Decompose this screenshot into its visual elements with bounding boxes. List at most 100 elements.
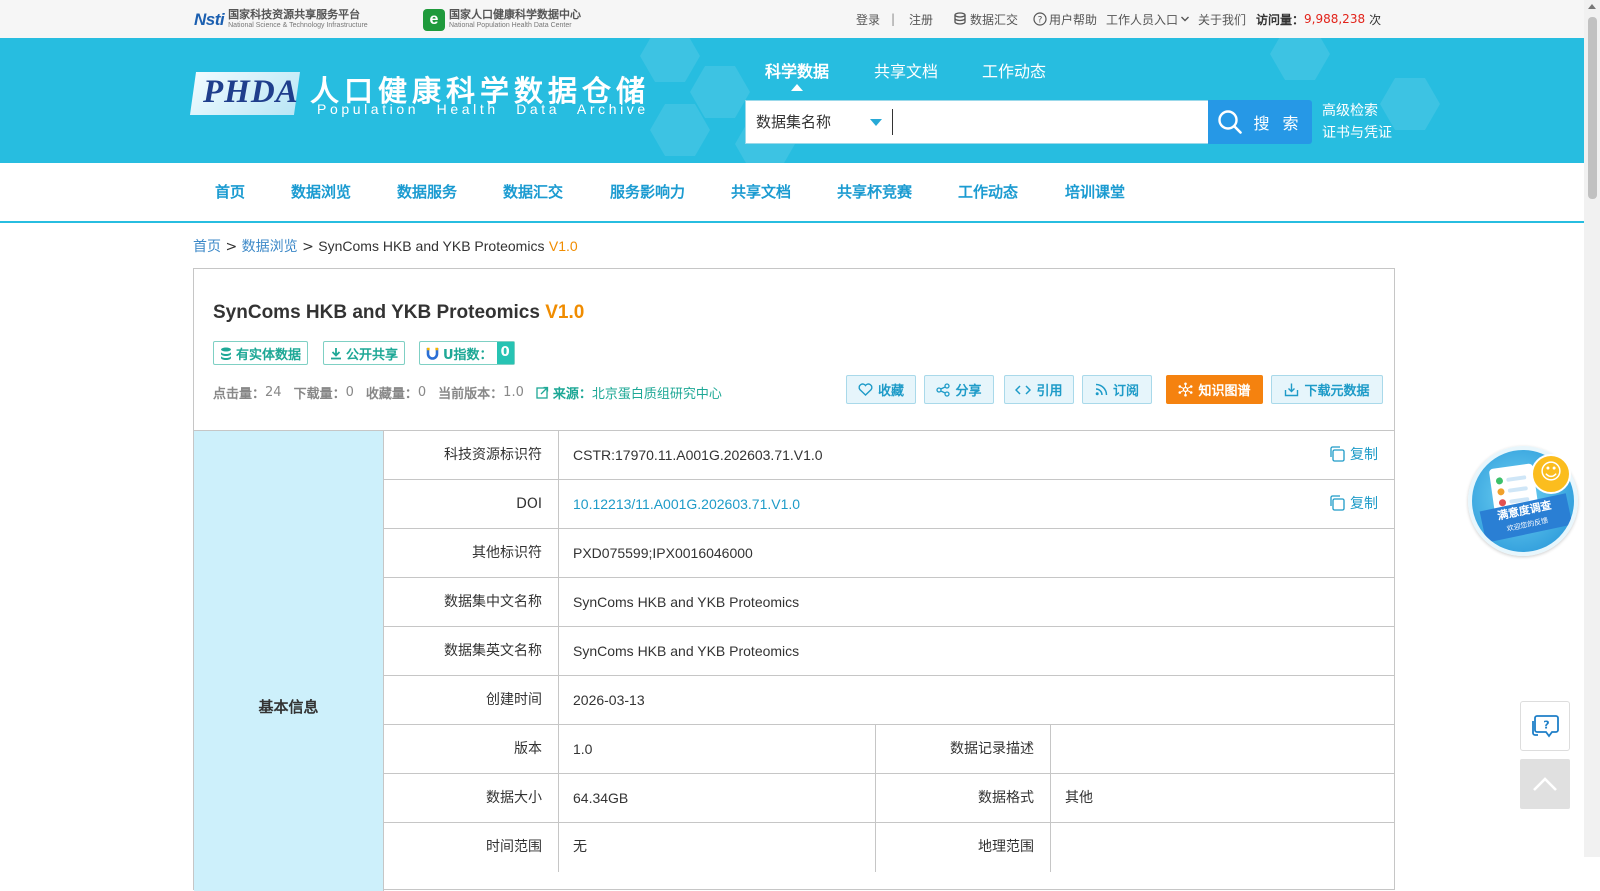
copy-icon <box>1330 446 1345 462</box>
nav-share-cup[interactable]: 共享杯竞赛 <box>837 163 912 221</box>
main-nav: 首页 数据浏览 数据服务 数据汇交 服务影响力 共享文档 共享杯竞赛 工作动态 … <box>0 163 1584 223</box>
dataset-title: SynComs HKB and YKB Proteomics <box>213 302 540 323</box>
cell-divider <box>558 431 559 480</box>
table-row: 其他标识符 PXD075599;IPX0016046000 <box>383 528 1394 578</box>
favorite-label: 收藏 <box>877 384 904 399</box>
created-value: 2026-03-13 <box>573 692 645 708</box>
database-icon <box>954 12 966 25</box>
breadcrumb-separator: > <box>225 239 238 255</box>
table-row: 时间范围 无 地理范围 <box>383 822 1394 872</box>
scroll-up-arrow[interactable] <box>1588 4 1596 9</box>
nav-service-impact[interactable]: 服务影响力 <box>610 163 685 221</box>
register-link[interactable]: 注册 <box>909 11 933 28</box>
download-box-icon <box>1285 383 1299 397</box>
cell-divider <box>1050 725 1051 774</box>
source-label: 来源： <box>552 387 592 402</box>
source-link[interactable]: 北京蛋白质组研究中心 <box>592 383 722 402</box>
advanced-search-link[interactable]: 高级检索 <box>1322 100 1392 122</box>
public-share-label: 公开共享 <box>346 347 399 363</box>
search-button[interactable]: 搜 索 <box>1208 100 1312 144</box>
nav-data-submit[interactable]: 数据汇交 <box>503 163 563 221</box>
search-input[interactable] <box>902 107 1206 139</box>
phdc-logo-en: National Population Health Data Center <box>449 21 572 29</box>
magnet-u-icon <box>426 347 439 360</box>
copy-label: 复制 <box>1350 496 1378 512</box>
staff-entry-dropdown[interactable]: 工作人员入口 <box>1106 0 1190 38</box>
download-metadata-button[interactable]: 下载元数据 <box>1271 375 1383 404</box>
copy-cstr-button[interactable]: 复制 <box>1328 431 1378 480</box>
favorites-label: 收藏量： <box>365 387 418 402</box>
cell-divider <box>558 774 559 823</box>
about-link[interactable]: 关于我们 <box>1198 11 1246 28</box>
downloads-label: 下载量： <box>293 387 346 402</box>
login-link[interactable]: 登录 <box>856 11 880 28</box>
breadcrumb-browse[interactable]: 数据浏览 <box>242 239 298 255</box>
cell-divider <box>558 725 559 774</box>
caret-down-icon[interactable] <box>870 119 882 126</box>
copy-icon <box>1330 495 1345 511</box>
doi-link[interactable]: 10.12213/11.A001G.202603.71.V1.0 <box>573 480 800 529</box>
breadcrumb-home[interactable]: 首页 <box>193 239 221 255</box>
subscribe-button[interactable]: 订阅 <box>1082 375 1152 404</box>
share-button[interactable]: 分享 <box>924 375 994 404</box>
cell-divider <box>558 578 559 627</box>
other-id-label: 其他标识符 <box>472 545 542 561</box>
nav-training[interactable]: 培训课堂 <box>1065 163 1125 221</box>
data-submit-link[interactable]: 数据汇交 <box>954 0 1018 38</box>
certificate-link[interactable]: 证书与凭证 <box>1322 122 1392 144</box>
nav-data-browse[interactable]: 数据浏览 <box>291 163 351 221</box>
scrollbar-thumb[interactable] <box>1588 17 1597 199</box>
back-to-top-button[interactable] <box>1520 759 1570 809</box>
doi-label: DOI <box>516 496 542 512</box>
staff-entry-label: 工作人员入口 <box>1106 12 1179 27</box>
breadcrumb-version: V1.0 <box>548 238 578 254</box>
phdc-logo-mark: e <box>423 8 445 31</box>
nav-home[interactable]: 首页 <box>215 163 245 221</box>
phda-logo[interactable]: PHDA <box>203 74 299 111</box>
nav-work-news[interactable]: 工作动态 <box>958 163 1018 221</box>
knowledge-graph-label: 知识图谱 <box>1198 384 1251 399</box>
database-icon <box>221 347 231 360</box>
page-title: SynComs HKB and YKB Proteomics V1.0 <box>213 302 584 324</box>
phdc-logo[interactable]: e 国家人口健康科学数据中心 National Population Healt… <box>423 7 623 32</box>
nsti-logo-en: National Science & Technology Infrastruc… <box>228 21 368 29</box>
subscribe-label: 订阅 <box>1112 384 1139 399</box>
tab-shared-docs[interactable]: 共享文档 <box>874 58 938 82</box>
share-label: 分享 <box>955 384 982 399</box>
banner-decoration <box>690 66 750 118</box>
tab-science-data[interactable]: 科学数据 <box>765 58 829 82</box>
clicks-value: 24 <box>265 385 282 400</box>
smiley-face-icon[interactable]: ☺ <box>1531 454 1571 494</box>
u-index-badge: U指数： 0 <box>419 341 515 365</box>
other-id-value: PXD075599;IPX0016046000 <box>573 545 753 561</box>
favorite-button[interactable]: 收藏 <box>846 375 916 404</box>
dataset-panel: SynComs HKB and YKB Proteomics V1.0 有实体数… <box>193 268 1395 891</box>
chat-question-icon: ? <box>1532 715 1559 738</box>
external-link-icon <box>536 386 549 399</box>
question-circle-icon: ? <box>1033 12 1047 26</box>
search-type-select[interactable]: 数据集名称 <box>756 101 831 143</box>
search-button-label: 搜 索 <box>1253 114 1303 133</box>
nav-shared-docs[interactable]: 共享文档 <box>731 163 791 221</box>
user-help-link[interactable]: ? 用户帮助 <box>1033 0 1097 38</box>
clicks-label: 点击量： <box>213 387 266 402</box>
dataset-stats: 点击量： 24 下载量： 0 收藏量： 0 当前版本： 1.0 来源： 北京蛋白… <box>213 383 722 402</box>
banner-decoration <box>1270 38 1330 80</box>
svg-text:?: ? <box>1543 719 1549 732</box>
table-row: 科技资源标识符 CSTR:17970.11.A001G.202603.71.V1… <box>383 430 1394 480</box>
tab-work-news[interactable]: 工作动态 <box>982 58 1046 82</box>
cite-button[interactable]: 引用 <box>1004 375 1074 404</box>
nav-data-service[interactable]: 数据服务 <box>397 163 457 221</box>
cell-divider <box>558 529 559 578</box>
download-icon <box>331 347 341 359</box>
table-row: 数据集中文名称 SynComs HKB and YKB Proteomics <box>383 577 1394 627</box>
en-name-value: SynComs HKB and YKB Proteomics <box>573 643 800 659</box>
public-share-badge: 公开共享 <box>323 341 406 365</box>
phda-logo-mark: PHDA <box>203 74 299 110</box>
nsti-logo[interactable]: Nsti 国家科技资源共享服务平台 National Science & Tec… <box>194 7 409 32</box>
copy-doi-button[interactable]: 复制 <box>1328 480 1378 529</box>
knowledge-graph-button[interactable]: 知识图谱 <box>1166 375 1263 404</box>
active-tab-indicator <box>791 84 803 91</box>
chevron-up-icon <box>1533 777 1557 791</box>
online-help-button[interactable]: ? <box>1520 701 1570 751</box>
